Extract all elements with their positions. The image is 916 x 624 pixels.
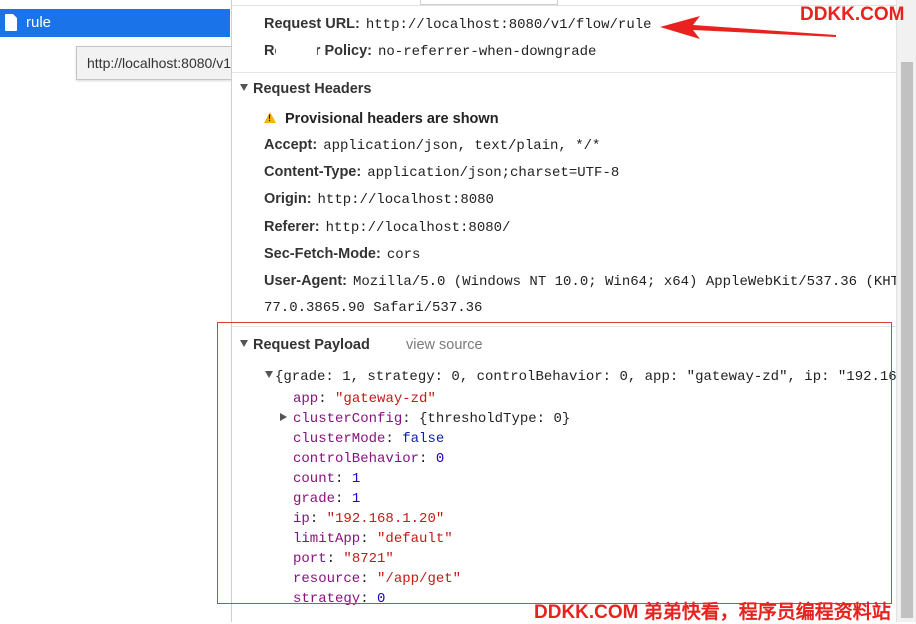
header-key: Sec-Fetch-Mode: bbox=[264, 246, 381, 262]
request-list-item-selected[interactable]: rule bbox=[0, 9, 230, 37]
request-url-value: http://localhost:8080/v1/flow/rule bbox=[365, 17, 652, 33]
scrollbar-thumb[interactable] bbox=[901, 62, 913, 618]
header-value: http://localhost:8080/ bbox=[325, 220, 511, 236]
vertical-scrollbar[interactable] bbox=[896, 0, 916, 622]
tooltip-overlap-mask bbox=[276, 44, 317, 62]
request-headers-title: Request Headers bbox=[253, 81, 372, 97]
header-row: Origin: http://localhost:8080 bbox=[264, 191, 494, 208]
file-icon bbox=[5, 14, 17, 31]
request-url-row: Request URL: http://localhost:8080/v1/flo… bbox=[264, 16, 652, 33]
tab-bar bbox=[232, 0, 896, 6]
header-value: http://localhost:8080 bbox=[317, 192, 494, 208]
collapse-triangle-icon bbox=[240, 84, 248, 91]
watermark-top: DDKK.COM bbox=[800, 4, 905, 25]
annotation-highlight-box bbox=[217, 322, 892, 604]
header-key: Referer: bbox=[264, 219, 320, 235]
header-row: Referer: http://localhost:8080/ bbox=[264, 219, 510, 236]
header-row: Accept: application/json, text/plain, */* bbox=[264, 137, 600, 154]
provisional-warning-text: Provisional headers are shown bbox=[285, 111, 499, 127]
user-agent-continuation: 77.0.3865.90 Safari/537.36 bbox=[264, 300, 483, 316]
header-row: Content-Type: application/json;charset=UT… bbox=[264, 164, 619, 181]
header-row: Sec-Fetch-Mode: cors bbox=[264, 246, 420, 263]
header-key: Content-Type: bbox=[264, 164, 362, 180]
section-divider bbox=[232, 72, 896, 73]
request-headers-section-toggle[interactable]: Request Headers bbox=[240, 81, 371, 97]
header-key: User-Agent: bbox=[264, 273, 347, 289]
request-url-key: Request URL: bbox=[264, 16, 360, 32]
header-value: cors bbox=[386, 247, 421, 263]
request-name: rule bbox=[26, 14, 52, 31]
request-list-pane: rule http://localhost:8080/v1/flow/rule bbox=[0, 0, 299, 622]
warning-icon bbox=[264, 112, 276, 123]
referrer-policy-value: no-referrer-when-downgrade bbox=[378, 44, 597, 60]
header-key: Accept: bbox=[264, 137, 318, 153]
provisional-warning: Provisional headers are shown bbox=[264, 111, 499, 127]
header-value: application/json, text/plain, */* bbox=[323, 138, 601, 154]
header-row: User-Agent: Mozilla/5.0 (Windows NT 10.0;… bbox=[264, 273, 896, 290]
tab-active-stub[interactable] bbox=[420, 0, 558, 5]
header-value: application/json;charset=UTF-8 bbox=[367, 165, 620, 181]
watermark-bottom: DDKK.COM 弟弟快看，程序员编程资料站 bbox=[534, 602, 891, 623]
header-value: Mozilla/5.0 (Windows NT 10.0; Win64; x64… bbox=[352, 274, 896, 290]
header-key: Origin: bbox=[264, 191, 312, 207]
